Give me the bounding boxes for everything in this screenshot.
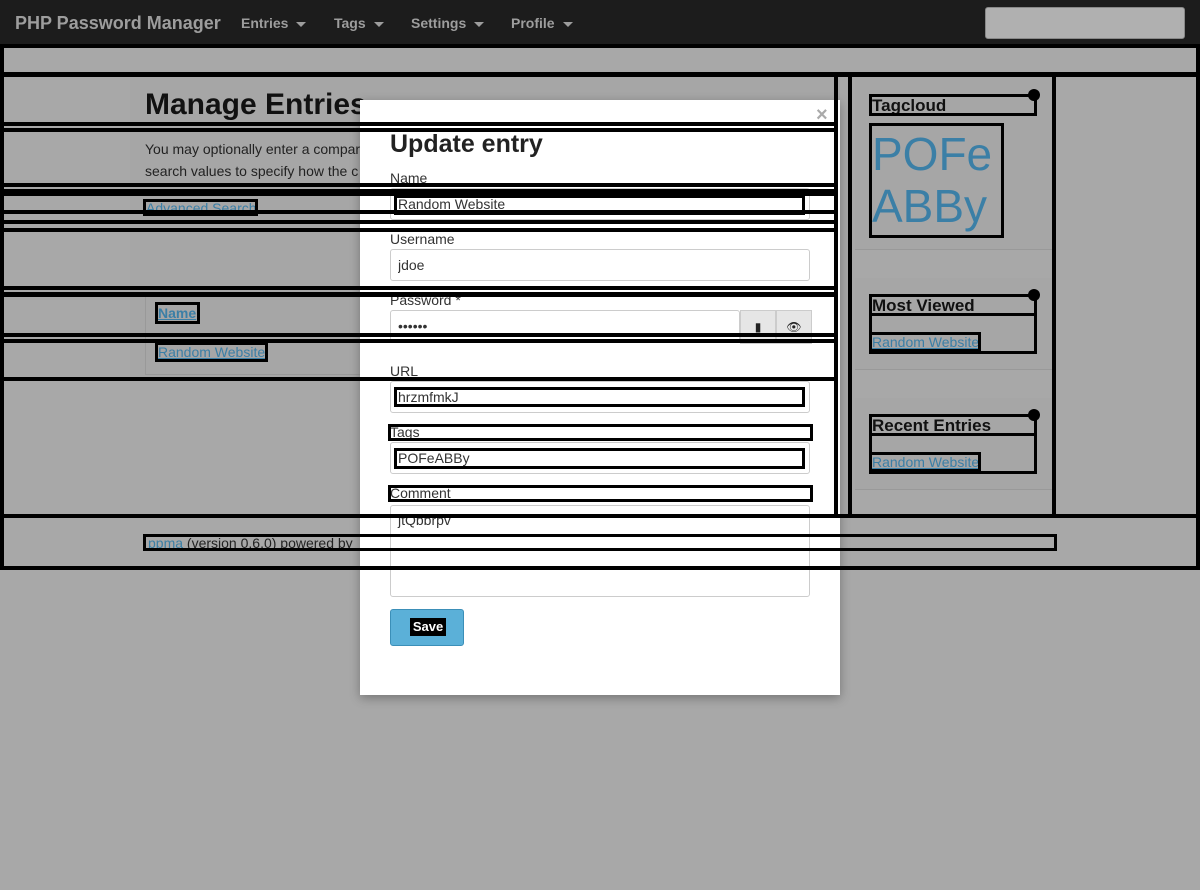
- brand[interactable]: PHP Password Manager: [15, 13, 221, 34]
- advanced-search-link[interactable]: Advanced Search: [146, 200, 257, 216]
- close-icon[interactable]: −: [1028, 89, 1040, 101]
- name-field[interactable]: [390, 188, 810, 220]
- tagcloud-title: Tagcloud: [872, 96, 947, 115]
- comment-field[interactable]: jtQbbrpv: [390, 505, 810, 597]
- copy-icon[interactable]: ▮: [740, 310, 776, 344]
- nav-entries-label: Entries: [241, 15, 289, 31]
- most-viewed-title: Most Viewed: [872, 296, 975, 315]
- url-field[interactable]: [390, 381, 810, 413]
- nav-entries[interactable]: Entries: [241, 15, 307, 31]
- recent-entries-widget: [855, 398, 1052, 490]
- most-viewed-widget: [855, 278, 1052, 370]
- nav-settings-label: Settings: [411, 15, 467, 31]
- nav-tags[interactable]: Tags: [334, 15, 384, 31]
- overlay-frame: [0, 44, 1200, 76]
- search-input[interactable]: [985, 7, 1185, 39]
- page-title: Manage Entries: [145, 88, 367, 121]
- nav-profile-label: Profile: [511, 15, 555, 31]
- close-icon[interactable]: −: [1028, 289, 1040, 301]
- password-field[interactable]: [390, 310, 740, 342]
- close-icon[interactable]: ×: [816, 104, 828, 127]
- tag-link[interactable]: POFeABBy: [872, 128, 1002, 232]
- nav-tags-label: Tags: [334, 15, 366, 31]
- url-label: URL: [390, 363, 419, 379]
- username-field[interactable]: [390, 249, 810, 281]
- tags-field[interactable]: [390, 442, 810, 474]
- intro-line-2: search values to specify how the c: [145, 163, 359, 179]
- intro-line-1: You may optionally enter a compar: [145, 141, 361, 157]
- comment-label: Comment: [390, 485, 451, 501]
- chevron-down-icon: [562, 21, 573, 27]
- recent-entries-title: Recent Entries: [872, 416, 992, 435]
- footer-text: (version 0.6.0) powered by: [183, 535, 353, 551]
- most-viewed-item[interactable]: Random Website: [872, 334, 979, 350]
- password-label: Password *: [390, 292, 461, 308]
- name-label: Name: [390, 170, 428, 186]
- table-header-name[interactable]: Name: [158, 305, 196, 321]
- chevron-down-icon: [296, 21, 307, 27]
- recent-entries-item[interactable]: Random Website: [872, 454, 979, 470]
- footer: ppma (version 0.6.0) powered by: [148, 535, 353, 551]
- intro-text: You may optionally enter a compar search…: [145, 138, 365, 182]
- footer-link[interactable]: ppma: [148, 535, 183, 551]
- eye-icon[interactable]: 👁: [776, 310, 812, 344]
- nav-settings[interactable]: Settings: [411, 15, 485, 31]
- close-icon[interactable]: −: [1028, 409, 1040, 421]
- table-row-link[interactable]: Random Website: [158, 344, 265, 360]
- tags-label: Tags: [390, 424, 420, 440]
- modal-title: Update entry: [390, 130, 543, 158]
- overlay-frame: [1052, 73, 1200, 518]
- navbar: PHP Password Manager Entries Tags Settin…: [0, 0, 1200, 46]
- chevron-down-icon: [474, 21, 485, 27]
- username-label: Username: [390, 231, 455, 247]
- chevron-down-icon: [373, 21, 384, 27]
- save-button-label[interactable]: Save: [410, 618, 446, 636]
- nav-profile[interactable]: Profile: [511, 15, 573, 31]
